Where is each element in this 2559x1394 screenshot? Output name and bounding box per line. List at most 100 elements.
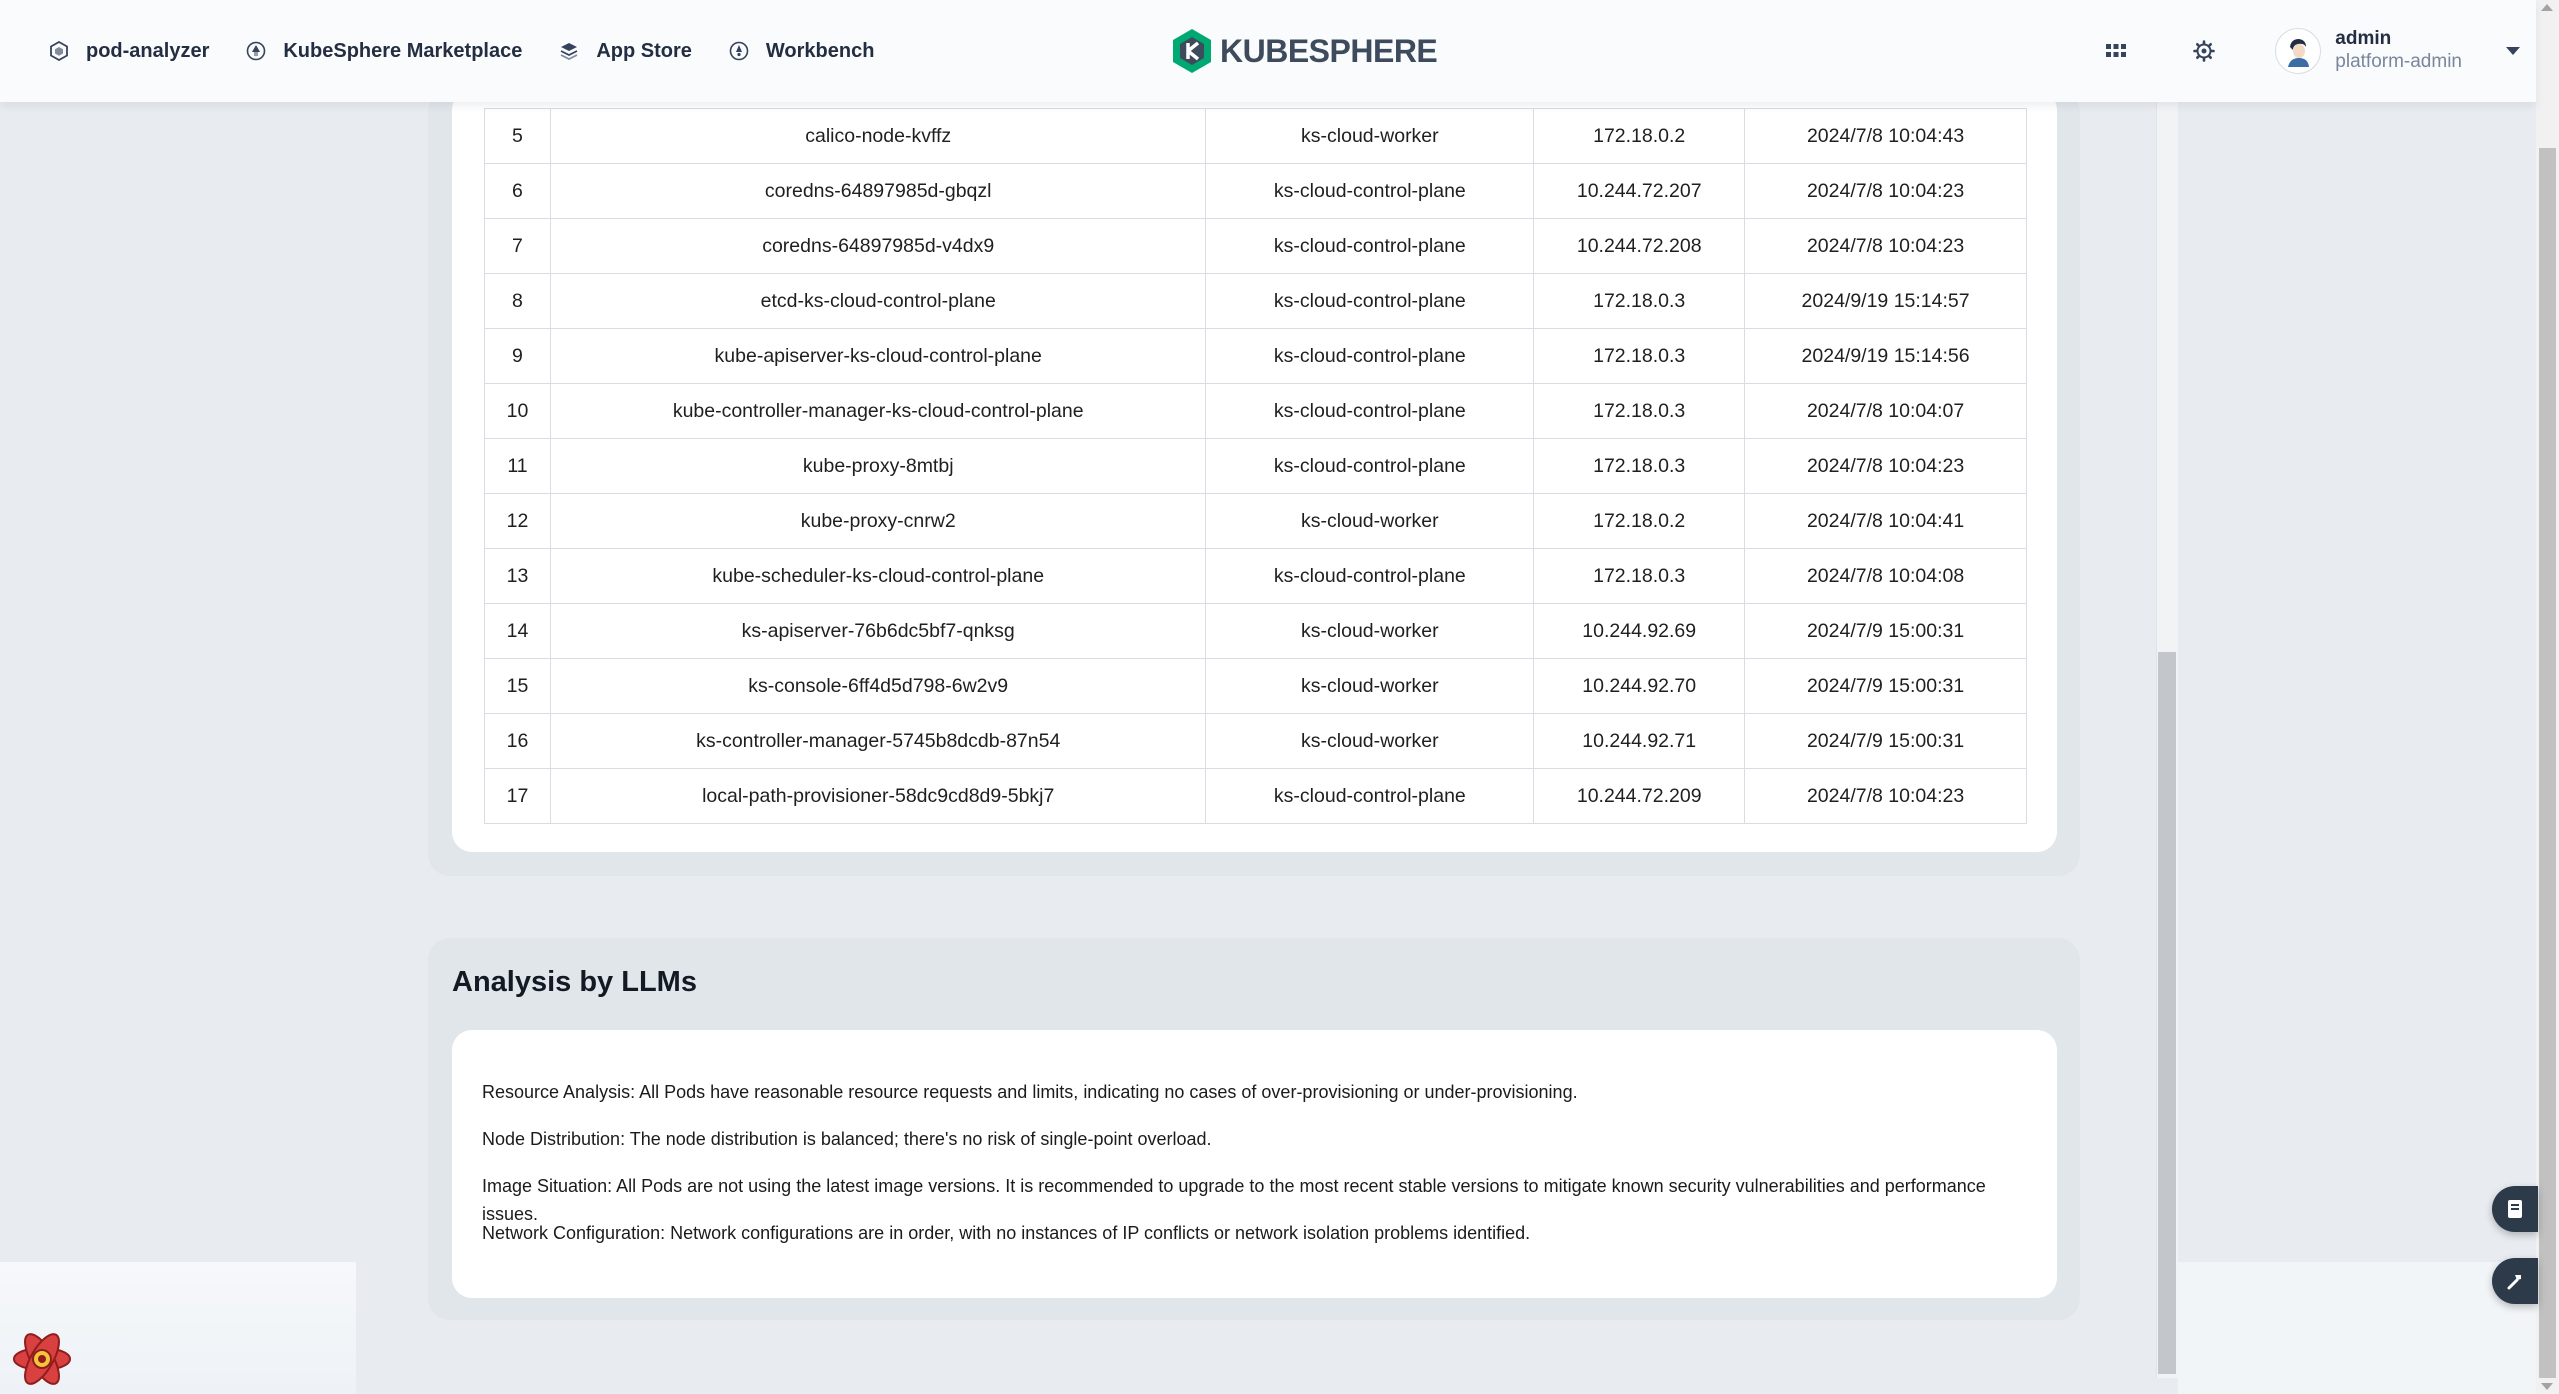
cell-created-time: 2024/7/9 15:00:31 (1744, 713, 2027, 769)
nav-workbench[interactable]: Workbench (728, 39, 875, 63)
cell-pod-ip: 172.18.0.3 (1533, 548, 1746, 604)
user-avatar-icon (2279, 32, 2318, 70)
nav-workbench-label: Workbench (765, 39, 875, 62)
nav-right-controls: admin platform-admin (2095, 0, 2536, 102)
cell-pod-name: ks-apiserver-76b6dc5bf7-qnksg (549, 603, 1207, 659)
table-row: 15 ks-console-6ff4d5d798-6w2v9 ks-cloud-wo… (484, 658, 2027, 714)
table-row: 7 coredns-64897985d-v4dx9 ks-cloud-control… (484, 218, 2027, 274)
table-row: 12 kube-proxy-cnrw2 ks-cloud-worker 172.18.… (484, 493, 2027, 549)
app-store-icon (558, 40, 580, 62)
nav-links: pod-analyzer KubeSphere Marketplace App … (48, 0, 874, 102)
table-row: 16 ks-controller-manager-5745b8dcdb-87n54… (484, 713, 2027, 769)
cell-pod-ip: 172.18.0.2 (1533, 108, 1746, 164)
cell-pod-ip: 10.244.72.208 (1533, 218, 1746, 274)
cell-created-time: 2024/7/8 10:04:07 (1744, 383, 2027, 439)
cell-node: ks-cloud-control-plane (1205, 383, 1535, 439)
app-grid-button[interactable] (2095, 30, 2137, 72)
cell-index: 9 (484, 328, 551, 384)
top-navigation-bar: pod-analyzer KubeSphere Marketplace App … (0, 0, 2536, 102)
avatar (2275, 28, 2322, 74)
cell-pod-name: kube-proxy-cnrw2 (549, 493, 1207, 549)
cell-pod-ip: 172.18.0.3 (1533, 438, 1746, 494)
scroll-up-arrow-icon[interactable] (2541, 4, 2553, 11)
caret-down-icon (2506, 47, 2520, 55)
cell-node: ks-cloud-worker (1205, 658, 1535, 714)
cell-index: 10 (484, 383, 551, 439)
cell-pod-name: kube-apiserver-ks-cloud-control-plane (549, 328, 1207, 384)
content-scrollbar-thumb[interactable] (2158, 652, 2176, 1374)
cell-index: 6 (484, 163, 551, 219)
table-row: 14 ks-apiserver-76b6dc5bf7-qnksg ks-cloud-… (484, 603, 2027, 659)
user-name: admin (2335, 28, 2392, 49)
floating-document-button[interactable] (2492, 1186, 2538, 1232)
cell-index: 11 (484, 438, 551, 494)
cell-pod-ip: 172.18.0.3 (1533, 328, 1746, 384)
cell-node: ks-cloud-control-plane (1205, 218, 1535, 274)
cell-created-time: 2024/7/8 10:04:08 (1744, 548, 2027, 604)
cell-created-time: 2024/7/8 10:04:23 (1744, 768, 2027, 824)
table-row: 13 kube-scheduler-ks-cloud-control-plane k… (484, 548, 2027, 604)
cell-index: 8 (484, 273, 551, 329)
nav-pod-analyzer[interactable]: pod-analyzer (48, 40, 209, 63)
cell-index: 17 (484, 768, 551, 824)
cell-index: 14 (484, 603, 551, 659)
user-info: admin platform-admin (2335, 28, 2462, 74)
react-devtools-logo[interactable] (10, 1330, 74, 1388)
right-bottom-panel (2178, 1262, 2536, 1394)
table-row: 17 local-path-provisioner-58dc9cd8d9-5bkj… (484, 768, 2027, 824)
cell-created-time: 2024/7/8 10:04:43 (1744, 108, 2027, 164)
cell-pod-ip: 10.244.92.71 (1533, 713, 1746, 769)
nav-app-store[interactable]: App Store (558, 40, 692, 63)
nav-app-store-label: App Store (596, 39, 692, 62)
user-menu[interactable]: admin platform-admin (2275, 28, 2536, 74)
cell-created-time: 2024/7/9 15:00:31 (1744, 603, 2027, 659)
cell-index: 12 (484, 493, 551, 549)
analysis-title: Analysis by LLMs (452, 966, 697, 998)
cell-pod-name: ks-console-6ff4d5d798-6w2v9 (549, 658, 1207, 714)
left-pane (0, 102, 428, 1262)
cell-pod-ip: 172.18.0.2 (1533, 493, 1746, 549)
floating-tool-button[interactable] (2492, 1258, 2538, 1304)
analysis-line-image-situation: Image Situation: All Pods are not using … (482, 1176, 1986, 1224)
cell-pod-name: kube-proxy-8mtbj (549, 438, 1207, 494)
cell-node: ks-cloud-control-plane (1205, 328, 1535, 384)
analysis-line-network: Network Configuration: Network configura… (482, 1223, 1531, 1243)
page-scrollbar-thumb[interactable] (2539, 148, 2556, 1378)
cell-node: ks-cloud-control-plane (1205, 548, 1535, 604)
cell-node: ks-cloud-control-plane (1205, 273, 1535, 329)
table-row: 8 etcd-ks-cloud-control-plane ks-cloud-con… (484, 273, 2027, 329)
workbench-icon (728, 40, 750, 62)
cell-created-time: 2024/7/9 15:00:31 (1744, 658, 2027, 714)
analysis-line-resource: Resource Analysis: All Pods have reasona… (482, 1082, 1578, 1102)
kubesphere-logo[interactable]: KUBESPHERE (1172, 28, 1438, 74)
cell-pod-ip: 10.244.72.207 (1533, 163, 1746, 219)
table-row: 6 coredns-64897985d-gbqzl ks-cloud-control… (484, 163, 2027, 219)
settings-button[interactable] (2183, 30, 2225, 72)
cell-pod-ip: 10.244.72.209 (1533, 768, 1746, 824)
cell-pod-name: kube-scheduler-ks-cloud-control-plane (549, 548, 1207, 604)
cell-index: 15 (484, 658, 551, 714)
cell-created-time: 2024/7/8 10:04:23 (1744, 438, 2027, 494)
table-row: 9 kube-apiserver-ks-cloud-control-plane ks… (484, 328, 2027, 384)
grid-icon (2106, 44, 2127, 57)
scroll-down-arrow-icon[interactable] (2541, 1383, 2553, 1390)
nav-marketplace-label: KubeSphere Marketplace (283, 39, 523, 62)
nav-marketplace[interactable]: KubeSphere Marketplace (245, 40, 522, 63)
cell-node: ks-cloud-worker (1205, 108, 1535, 164)
cell-node: ks-cloud-worker (1205, 603, 1535, 659)
nav-pod-analyzer-label: pod-analyzer (86, 39, 210, 62)
table-row: 5 calico-node-kvffz ks-cloud-worker 172.18.… (484, 108, 2027, 164)
table-row: 11 kube-proxy-8mtbj ks-cloud-control-plane… (484, 438, 2027, 494)
cell-pod-name: coredns-64897985d-gbqzl (549, 163, 1207, 219)
cell-index: 7 (484, 218, 551, 274)
cell-created-time: 2024/7/8 10:04:41 (1744, 493, 2027, 549)
cell-created-time: 2024/9/19 15:14:57 (1744, 273, 2027, 329)
cell-pod-name: coredns-64897985d-v4dx9 (549, 218, 1207, 274)
table-row: 10 kube-controller-manager-ks-cloud-contr… (484, 383, 2027, 439)
cell-pod-name: local-path-provisioner-58dc9cd8d9-5bkj7 (549, 768, 1207, 824)
user-role: platform-admin (2335, 51, 2462, 72)
pods-table: 5 calico-node-kvffz ks-cloud-worker 172.18.… (484, 108, 2027, 824)
cell-pod-ip: 172.18.0.3 (1533, 383, 1746, 439)
cell-pod-name: calico-node-kvffz (549, 108, 1207, 164)
cell-index: 13 (484, 548, 551, 604)
